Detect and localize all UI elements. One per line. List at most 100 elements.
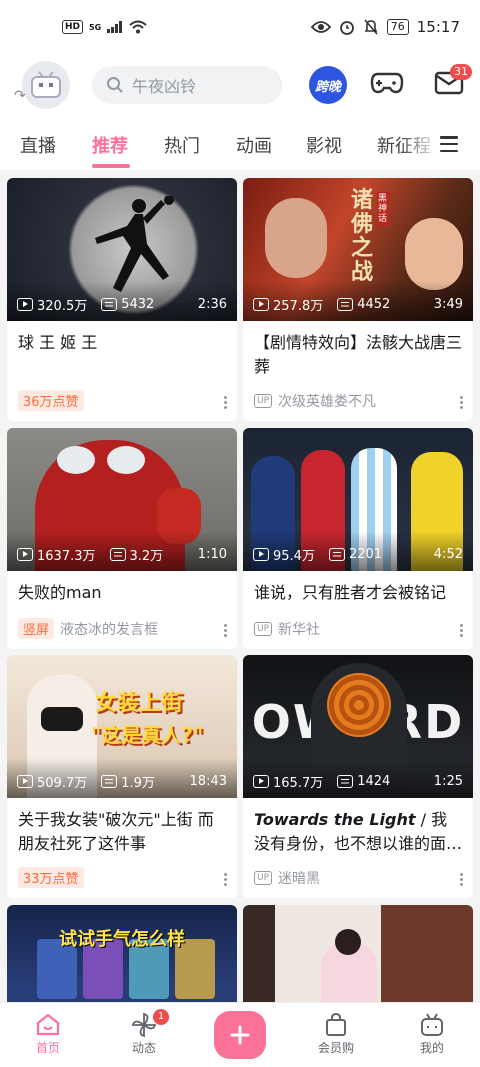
danmaku-icon	[101, 775, 118, 788]
person-head	[335, 929, 361, 955]
video-thumbnail[interactable]: 95.4万 2201 4:52	[243, 428, 473, 571]
likes-tag: 33万点赞	[18, 867, 84, 888]
up-badge: UP	[254, 871, 273, 885]
duration: 4:52	[433, 547, 463, 562]
more-icon[interactable]	[224, 396, 227, 409]
video-title[interactable]: 球 王 姬 王	[7, 321, 237, 379]
author-name[interactable]: 次级英雄娄不凡	[278, 391, 376, 411]
video-thumbnail[interactable]: 1637.3万 3.2万 1:10	[7, 428, 237, 571]
author-name[interactable]: 液态冰的发言框	[60, 619, 158, 639]
video-card[interactable]: 试试手气怎么样	[7, 905, 237, 1002]
video-title[interactable]: 关于我女装"破次元"上街 而朋友社死了这件事	[7, 798, 237, 856]
view-count: 95.4万	[273, 549, 315, 564]
danmaku-count: 4452	[357, 297, 391, 312]
view-count: 165.7万	[273, 776, 324, 791]
video-card[interactable]: OWORD 165.7万 1424 1:25 Towards the Light…	[243, 655, 473, 898]
vertical-tag: 竖屏	[18, 618, 55, 639]
play-count-icon	[17, 298, 33, 311]
tab-hot[interactable]: 热门	[164, 132, 200, 158]
danmaku-count: 1424	[357, 774, 391, 789]
status-bar: HD 5G 76 15:17	[0, 0, 480, 58]
overlay-subtitle-text: "这是真人?"	[91, 723, 204, 747]
danmaku-icon	[337, 775, 354, 788]
avatar[interactable]	[22, 61, 70, 109]
video-title[interactable]: 失败的man	[7, 571, 237, 605]
video-title-italic: Towards the Light	[254, 810, 416, 829]
tab-anime[interactable]: 动画	[236, 132, 272, 158]
login-arrow-icon: ↷	[14, 88, 26, 104]
battery-level: 76	[386, 19, 409, 35]
overlay-title-text: 诸佛之战	[351, 187, 374, 285]
video-thumbnail[interactable]: 女装上街 "这是真人?" 509.7万 1.9万 18:43	[7, 655, 237, 798]
video-title[interactable]: 【剧情特效向】法骸大战唐三葬	[243, 321, 473, 379]
video-feed: 320.5万 5432 2:36 球 王 姬 王 36万点赞 诸佛之战 黑神话 …	[0, 170, 480, 1002]
face-shape	[265, 198, 327, 278]
duration: 3:49	[433, 297, 463, 312]
gamepad-icon[interactable]	[370, 68, 404, 98]
signal-5g-label: 5G	[89, 22, 102, 32]
more-icon[interactable]	[460, 873, 463, 886]
overlay-small-text: 黑神话	[377, 192, 389, 226]
spiderman-eye	[57, 446, 95, 474]
more-icon[interactable]	[224, 624, 227, 637]
more-icon[interactable]	[224, 873, 227, 886]
nav-mine[interactable]: 我的	[397, 1011, 467, 1056]
nav-mall-label: 会员购	[317, 1041, 354, 1055]
more-icon[interactable]	[460, 396, 463, 409]
kuawan-button[interactable]: 跨晚	[309, 66, 347, 104]
tab-recommend[interactable]: 推荐	[92, 132, 128, 158]
alarm-icon	[339, 21, 354, 35]
top-header: ↷ 午夜凶铃 跨晚 31	[0, 58, 480, 120]
view-count: 1637.3万	[37, 549, 96, 564]
tab-active-indicator	[92, 164, 130, 168]
video-card[interactable]: 320.5万 5432 2:36 球 王 姬 王 36万点赞	[7, 178, 237, 421]
duration: 2:36	[197, 297, 227, 312]
search-icon	[107, 77, 123, 93]
up-badge: UP	[254, 394, 273, 408]
hd-icon: HD	[62, 20, 84, 34]
nav-dynamic[interactable]: 1 动态	[109, 1009, 179, 1056]
video-card[interactable]: 诸佛之战 黑神话 257.8万 4452 3:49 【剧情特效向】法骸大战唐三葬…	[243, 178, 473, 421]
video-title[interactable]: 谁说，只有胜者才会被铭记	[243, 571, 473, 605]
more-icon[interactable]	[460, 624, 463, 637]
danmaku-icon	[101, 298, 118, 311]
video-thumbnail[interactable]: 320.5万 5432 2:36	[7, 178, 237, 321]
video-title[interactable]: Towards the Light / 我没有身份，也不想以谁的面…	[243, 798, 473, 856]
tab-fade	[400, 120, 440, 170]
video-card[interactable]: 95.4万 2201 4:52 谁说，只有胜者才会被铭记 UP 新华社	[243, 428, 473, 649]
signal-icon	[107, 21, 123, 33]
video-thumbnail[interactable]: 诸佛之战 黑神话 257.8万 4452 3:49	[243, 178, 473, 321]
home-icon	[36, 1013, 60, 1036]
mute-bell-icon	[364, 19, 378, 35]
video-thumbnail[interactable]	[243, 905, 473, 1002]
video-card[interactable]: 1637.3万 3.2万 1:10 失败的man 竖屏 液态冰的发言框	[7, 428, 237, 649]
play-count-icon	[253, 298, 269, 311]
clock: 15:17	[416, 18, 460, 36]
danmaku-count: 1.9万	[121, 776, 155, 791]
video-card[interactable]	[243, 905, 473, 1002]
view-count: 257.8万	[273, 299, 324, 314]
tab-live[interactable]: 直播	[20, 132, 56, 158]
tv-icon	[421, 1013, 443, 1036]
view-count: 320.5万	[37, 299, 88, 314]
video-thumbnail[interactable]: OWORD 165.7万 1424 1:25	[243, 655, 473, 798]
eye-icon	[310, 21, 331, 33]
search-input[interactable]: 午夜凶铃	[92, 66, 282, 104]
author-name[interactable]: 迷暗黑	[278, 868, 320, 888]
overlay-title-text: 试试手气怎么样	[59, 929, 185, 950]
publish-button[interactable]	[214, 1011, 266, 1059]
duration: 1:10	[197, 547, 227, 562]
nav-mine-label: 我的	[419, 1041, 444, 1055]
tab-film[interactable]: 影视	[306, 132, 342, 158]
view-count: 509.7万	[37, 776, 88, 791]
swirl-mask	[327, 673, 391, 737]
channel-menu-icon[interactable]	[440, 136, 458, 152]
nav-home[interactable]: 首页	[13, 1011, 83, 1056]
video-card[interactable]: 女装上街 "这是真人?" 509.7万 1.9万 18:43 关于我女装"破次元…	[7, 655, 237, 898]
dynamic-badge: 1	[153, 1009, 169, 1025]
nav-mall[interactable]: 会员购	[301, 1011, 371, 1056]
author-name[interactable]: 新华社	[278, 619, 320, 639]
video-thumbnail[interactable]: 试试手气怎么样	[7, 905, 237, 1002]
face-mask	[41, 707, 83, 731]
up-badge: UP	[254, 622, 273, 636]
